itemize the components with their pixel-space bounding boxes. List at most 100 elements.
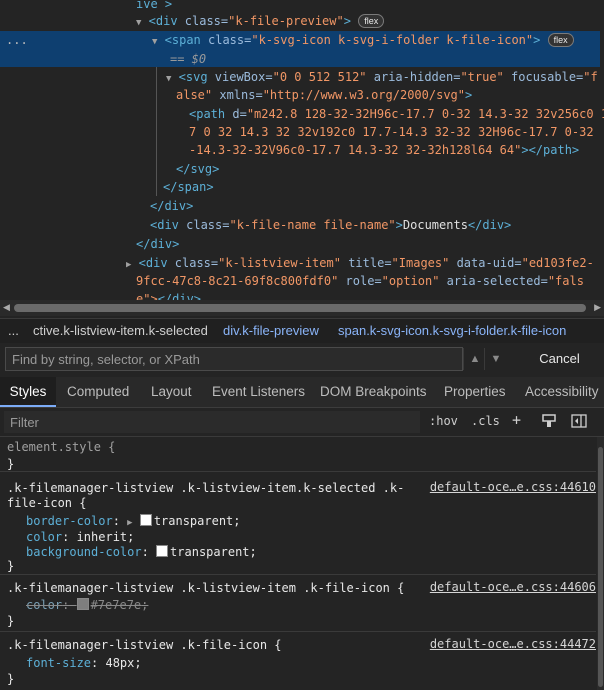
flex-badge[interactable]: flex xyxy=(547,33,574,47)
tag-close: > xyxy=(533,33,541,47)
dom-search-input[interactable] xyxy=(5,347,463,371)
rule-selector: .k-filemanager-listview .k-listview-item… xyxy=(7,581,405,595)
attr-name: class= xyxy=(177,14,229,28)
collapse-triangle-icon[interactable]: ▶ xyxy=(126,260,131,270)
declaration-color[interactable]: color: inherit; xyxy=(26,529,134,545)
tab-dom-breakpoints[interactable]: DOM Breakpoints xyxy=(320,377,427,407)
new-style-rule-button[interactable]: + xyxy=(512,411,521,429)
tab-layout[interactable]: Layout xyxy=(151,377,192,407)
tag-close: </span> xyxy=(163,180,214,194)
attr-name: aria-hidden= xyxy=(366,70,461,84)
color-swatch[interactable] xyxy=(76,598,89,610)
attr-value: "m242.8 128-32-32H96c-17.7 0-32 14.3-32 … xyxy=(246,107,604,121)
dom-node-file-name[interactable]: <div class="k-file-name file-name">Docum… xyxy=(150,216,604,235)
search-next-button[interactable]: ▼ xyxy=(484,348,507,370)
breadcrumb-item-file-preview[interactable]: div.k-file-preview xyxy=(223,323,319,338)
tag-close: </div> xyxy=(157,292,202,300)
rule-close-brace: } xyxy=(7,559,15,573)
tab-styles[interactable]: Styles xyxy=(0,377,56,407)
scroll-right-icon[interactable]: ▶ xyxy=(594,302,601,313)
declaration-font-size[interactable]: font-size: 48px; xyxy=(26,655,142,671)
declaration-background-color[interactable]: background-color: transparent; xyxy=(26,544,257,560)
attr-name: viewBox= xyxy=(207,70,273,84)
search-previous-button[interactable]: ▲ xyxy=(463,348,486,370)
tag-close: </div> xyxy=(150,199,194,213)
dom-tree-panel: ive > ▼ <div class="k-file-preview"> fle… xyxy=(0,0,604,300)
toggle-hover-state-button[interactable]: :hov xyxy=(429,414,458,428)
tag-name: <span xyxy=(164,33,201,47)
style-rule-selected-file-icon[interactable]: .k-filemanager-listview .k-listview-item… xyxy=(0,472,596,575)
dom-node-selected-span[interactable]: ... ▼ <span class="k-svg-icon k-svg-i-fo… xyxy=(0,31,600,50)
style-rule-file-icon-font[interactable]: .k-filemanager-listview .k-file-icon { d… xyxy=(0,632,596,690)
dom-node-selected-eq[interactable]: == $0 xyxy=(0,50,600,67)
rule-close-brace: } xyxy=(7,672,15,686)
attr-value: "http://www.w3.org/2000/svg" xyxy=(262,88,465,102)
color-swatch[interactable] xyxy=(139,514,152,526)
expand-triangle-icon[interactable]: ▼ xyxy=(136,18,141,28)
styles-toolbar: :hov .cls + xyxy=(0,408,604,437)
dom-node-file-preview[interactable]: ▼ <div class="k-file-preview"> flex xyxy=(136,12,604,31)
styles-vertical-scrollbar[interactable] xyxy=(597,437,604,690)
tab-properties[interactable]: Properties xyxy=(444,377,506,407)
rule-selector-cont: file-icon { xyxy=(7,496,87,510)
attr-name: class= xyxy=(178,218,230,232)
dom-node-div-close[interactable]: </div> xyxy=(150,197,604,216)
expand-triangle-icon[interactable]: ▼ xyxy=(152,37,157,47)
expand-triangle-icon[interactable]: ▼ xyxy=(166,74,171,84)
search-cancel-button[interactable]: Cancel xyxy=(517,347,602,371)
computed-sidebar-toggle-icon[interactable] xyxy=(571,414,587,428)
scrollbar-thumb[interactable] xyxy=(14,304,586,312)
attr-value: "k-file-preview" xyxy=(228,14,344,28)
breadcrumb-item-listview-item[interactable]: ctive.k-listview-item.k-selected xyxy=(33,323,208,338)
expand-shorthand-icon[interactable]: ▶ xyxy=(127,518,132,528)
paint-brush-icon[interactable] xyxy=(542,414,556,428)
attr-name: class= xyxy=(200,33,252,47)
breadcrumb-item-file-icon[interactable]: span.k-svg-icon.k-svg-i-folder.k-file-ic… xyxy=(338,323,566,338)
dom-node-listview-images[interactable]: ▶ <div class="k-listview-item" title="Im… xyxy=(126,254,604,273)
style-rule-element-style[interactable]: element.style { } xyxy=(0,437,596,472)
dom-node-svg-close[interactable]: </svg> xyxy=(176,160,604,179)
dom-search-bar: ▲ ▼ Cancel xyxy=(0,343,604,375)
dom-node-span-close[interactable]: </span> xyxy=(163,178,604,197)
property-value: 48px xyxy=(105,656,135,670)
dom-node-svg[interactable]: ▼ <svg viewBox="0 0 512 512" aria-hidden… xyxy=(166,68,604,87)
dom-node-svg-cont: alse" xmlns="http://www.w3.org/2000/svg"… xyxy=(176,86,604,105)
flex-badge[interactable]: flex xyxy=(358,14,385,28)
declaration-color-overridden[interactable]: color: #7e7e7e; xyxy=(26,597,148,613)
attr-value: "option" xyxy=(381,274,440,288)
scroll-left-icon[interactable]: ◀ xyxy=(3,302,10,313)
attr-name: data-uid= xyxy=(449,256,522,270)
style-rule-listview-file-icon[interactable]: .k-filemanager-listview .k-listview-item… xyxy=(0,575,596,632)
dom-node-path-cont: 7 0 32 14.3 32 32v192c0 17.7-14.3 32-32 … xyxy=(189,123,604,142)
attr-value: 7 0 32 14.3 32 32v192c0 17.7-14.3 32-32 … xyxy=(189,125,594,139)
tag-name: <path xyxy=(189,107,226,121)
tree-guide-line xyxy=(156,48,157,196)
color-swatch[interactable] xyxy=(156,545,169,557)
attr-value: alse" xyxy=(176,88,213,102)
attr-value: "fals xyxy=(547,274,584,288)
dom-horizontal-scrollbar[interactable]: ◀ ▶ xyxy=(0,300,604,316)
rule-close-brace: } xyxy=(7,614,15,628)
tag-name: <svg xyxy=(178,70,208,84)
tag-name: <div xyxy=(138,256,168,270)
tab-computed[interactable]: Computed xyxy=(67,377,129,407)
attr-value: "true" xyxy=(460,70,504,84)
breadcrumb-overflow[interactable]: ... xyxy=(8,323,19,338)
toggle-class-button[interactable]: .cls xyxy=(471,414,500,428)
scrollbar-thumb[interactable] xyxy=(598,447,603,687)
tag-name: <div xyxy=(150,218,179,232)
tab-event-listeners[interactable]: Event Listeners xyxy=(212,377,305,407)
rule-selector: .k-filemanager-listview .k-file-icon { xyxy=(7,638,282,652)
attr-value: "k-listview-item" xyxy=(218,256,341,270)
dom-node-path[interactable]: <path d="m242.8 128-32-32H96c-17.7 0-32 … xyxy=(189,105,604,124)
tag-close: </div> xyxy=(467,218,512,232)
attr-name: aria-selected= xyxy=(439,274,548,288)
attr-value: e"> xyxy=(136,292,158,300)
rule-source-link[interactable]: default-oce…e.css:44472 xyxy=(430,637,596,651)
rule-source-link[interactable]: default-oce…e.css:44610 xyxy=(430,480,596,494)
styles-filter-input[interactable] xyxy=(4,411,420,433)
tab-accessibility[interactable]: Accessibility xyxy=(525,377,599,407)
rule-source-link[interactable]: default-oce…e.css:44606 xyxy=(430,580,596,594)
dom-node-listitem-close[interactable]: </div> xyxy=(136,235,604,254)
node-options-dots[interactable]: ... xyxy=(6,31,28,50)
